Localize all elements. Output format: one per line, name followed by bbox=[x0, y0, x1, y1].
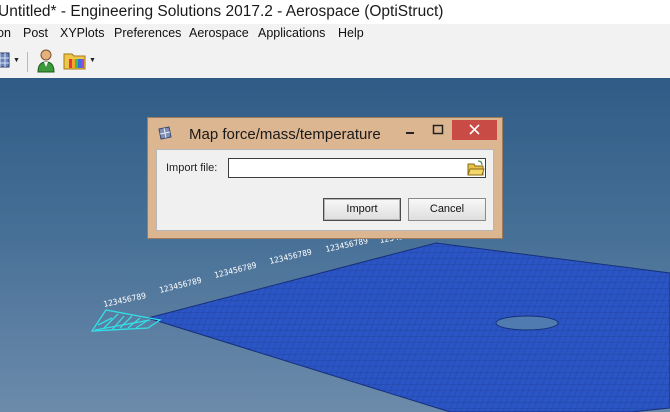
plate-hole bbox=[495, 315, 559, 331]
dialog-title: Map force/mass/temperature bbox=[189, 126, 381, 143]
close-button[interactable] bbox=[452, 120, 497, 140]
dialog-titlebar[interactable]: Map force/mass/temperature bbox=[148, 118, 502, 148]
menu-item-applications[interactable]: Applications bbox=[258, 26, 325, 40]
menu-item-session[interactable]: on bbox=[0, 26, 11, 40]
load-labels-1: 123456789 bbox=[103, 291, 147, 309]
user-icon[interactable] bbox=[36, 49, 56, 78]
menu-item-help[interactable]: Help bbox=[338, 26, 364, 40]
toolbar-separator bbox=[27, 52, 28, 72]
toolbar: ▼ ▼ bbox=[0, 44, 670, 79]
cancel-button[interactable]: Cancel bbox=[408, 198, 486, 221]
menu-item-xyplots[interactable]: XYPlots bbox=[60, 26, 104, 40]
load-labels-3: 123456789 bbox=[213, 261, 257, 280]
window-title: Untitled* - Engineering Solutions 2017.2… bbox=[0, 3, 444, 20]
dialog-body: Import file: Import Cancel bbox=[156, 149, 494, 231]
chevron-down-icon[interactable]: ▼ bbox=[89, 57, 96, 64]
menu-item-aerospace[interactable]: Aerospace bbox=[189, 26, 249, 40]
window-titlebar: Untitled* - Engineering Solutions 2017.2… bbox=[0, 0, 670, 24]
folder-palette-icon[interactable] bbox=[63, 49, 87, 76]
open-folder-icon[interactable] bbox=[467, 160, 485, 176]
load-labels-2: 123456789 bbox=[158, 276, 202, 295]
menu-bar: on Post XYPlots Preferences Aerospace Ap… bbox=[0, 24, 670, 44]
import-button[interactable]: Import bbox=[323, 198, 401, 221]
menu-item-post[interactable]: Post bbox=[23, 26, 48, 40]
import-file-input[interactable] bbox=[228, 158, 486, 178]
load-labels-4: 123456789 bbox=[268, 247, 312, 266]
import-file-label: Import file: bbox=[166, 162, 218, 174]
minimize-button[interactable] bbox=[398, 120, 422, 140]
chevron-down-icon[interactable]: ▼ bbox=[13, 57, 20, 64]
menu-item-preferences[interactable]: Preferences bbox=[114, 26, 181, 40]
grid-icon[interactable] bbox=[0, 51, 10, 74]
mesh-icon bbox=[157, 126, 173, 145]
map-force-dialog: Map force/mass/temperature Import file: … bbox=[147, 117, 503, 239]
close-icon bbox=[469, 124, 480, 135]
maximize-button[interactable] bbox=[426, 120, 450, 140]
load-arrows bbox=[90, 309, 162, 332]
